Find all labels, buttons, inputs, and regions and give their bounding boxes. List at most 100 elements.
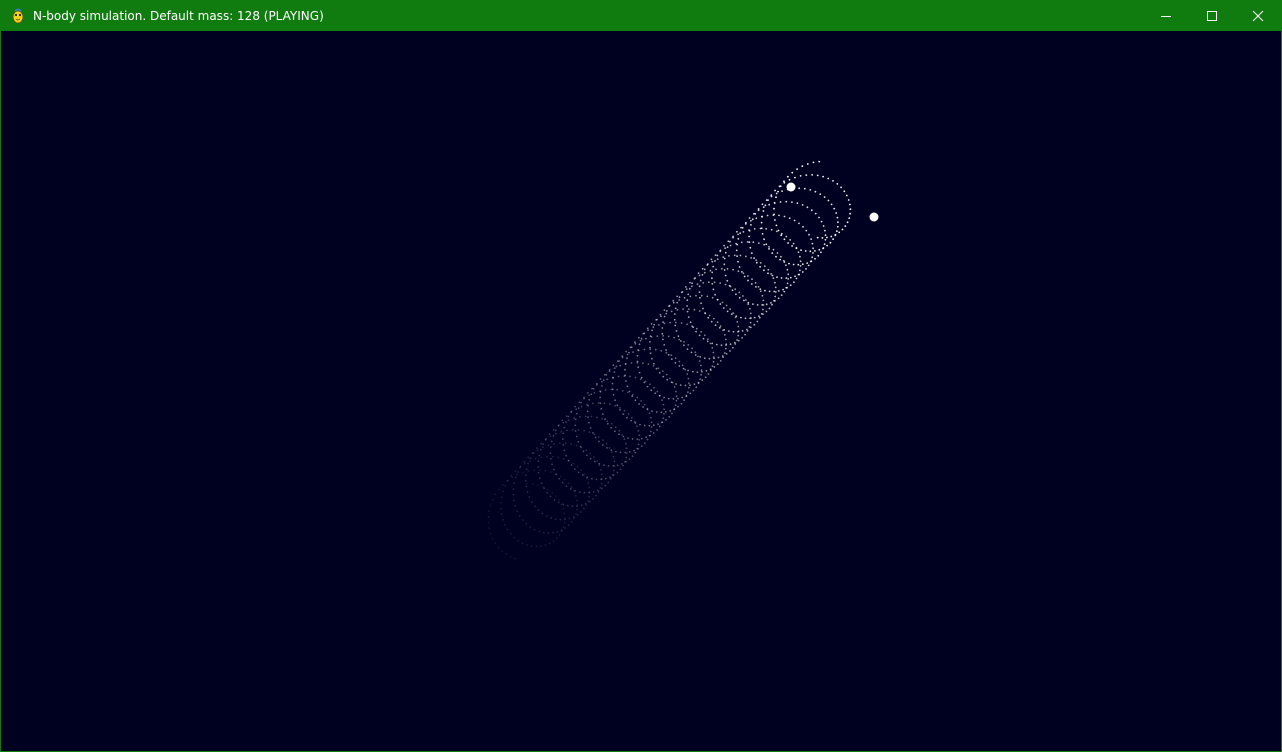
trail-dot: [562, 438, 564, 441]
trail-dot: [723, 257, 726, 260]
trail-dot: [818, 248, 821, 251]
trail-dot: [529, 526, 532, 528]
trail-dot: [774, 219, 776, 221]
trail-dot: [589, 457, 592, 460]
trail-dot: [709, 269, 712, 272]
trail-dot: [758, 316, 761, 319]
trail-dot: [654, 348, 657, 351]
trail-dot: [531, 483, 534, 485]
trail-dot: [734, 288, 737, 291]
trail-dot: [706, 340, 709, 343]
trail-dot: [719, 250, 722, 253]
trail-dot: [748, 235, 750, 238]
trail-dot: [729, 244, 732, 247]
trail-dot: [716, 363, 719, 366]
trail-dot: [722, 307, 725, 309]
trail-dot: [562, 421, 565, 424]
trail-dot: [714, 324, 717, 326]
trail-dot: [592, 491, 595, 493]
close-button[interactable]: [1235, 1, 1281, 31]
maximize-button[interactable]: [1189, 1, 1235, 31]
trail-dot: [600, 407, 603, 410]
trail-dot: [626, 353, 629, 356]
trail-dot: [598, 462, 601, 465]
trail-dot: [724, 347, 727, 350]
minimize-button[interactable]: [1143, 1, 1189, 31]
trail-dot: [796, 202, 799, 205]
trail-dot: [575, 408, 578, 410]
trail-dot: [683, 344, 685, 347]
trail-body-1: [487, 174, 852, 560]
simulation-canvas[interactable]: [1, 31, 1281, 751]
trail-dot: [598, 436, 600, 438]
trail-dot: [824, 234, 827, 237]
trail-dot: [668, 305, 670, 308]
trail-dot: [736, 230, 738, 233]
trail-dot: [640, 445, 643, 448]
trail-dot: [529, 457, 532, 459]
trail-dot: [776, 230, 778, 233]
trail-dot: [544, 544, 547, 547]
trail-dot: [497, 546, 500, 549]
trail-dot: [711, 260, 714, 263]
trail-dot: [725, 304, 728, 307]
trail-dot: [661, 327, 664, 329]
trail-dot: [601, 413, 604, 415]
trail-dot: [576, 513, 579, 516]
trail-dot: [637, 443, 640, 446]
trail-dot: [724, 251, 727, 254]
trail-dot: [749, 326, 752, 329]
trail-dot: [551, 491, 553, 494]
trail-dot: [824, 229, 826, 232]
trail-dot: [601, 385, 603, 387]
trail-dot: [720, 344, 723, 347]
trail-dot: [533, 469, 535, 471]
trail-dot: [573, 417, 576, 420]
trail-dot: [787, 175, 789, 178]
trail-dot: [612, 455, 615, 458]
trail-dot: [601, 380, 603, 383]
trail-dot: [586, 410, 589, 413]
trail-dot: [565, 415, 568, 417]
trail-dot: [695, 294, 697, 297]
trail-dot: [737, 270, 740, 273]
trail-dot: [725, 352, 728, 355]
trail-dot: [778, 214, 780, 217]
trail-dot: [715, 268, 717, 271]
trail-dot: [540, 442, 542, 445]
trail-dot: [509, 532, 512, 535]
trail-dot: [812, 161, 815, 164]
trail-dot: [680, 340, 682, 342]
trail-dot: [830, 203, 833, 206]
trail-dot: [698, 291, 701, 293]
trail-dot: [570, 486, 573, 489]
trail-dot: [836, 183, 839, 185]
trail-dot: [610, 426, 612, 429]
trail-dot: [805, 174, 808, 177]
trail-dot: [574, 424, 577, 427]
trail-dot: [844, 225, 847, 228]
trail-dot: [723, 334, 726, 336]
trail-dot: [554, 495, 557, 498]
trail-dot: [763, 243, 765, 246]
trail-dot: [812, 252, 814, 254]
trail-dot: [525, 485, 528, 488]
trail-dot: [729, 308, 732, 310]
trail-dot: [610, 423, 613, 425]
trail-dot: [578, 401, 581, 404]
trail-dot: [662, 321, 664, 324]
trail-dot: [675, 321, 677, 324]
trail-dot: [555, 537, 558, 540]
trail-dot: [759, 265, 761, 268]
trail-dot: [600, 478, 603, 481]
trail-dot: [741, 330, 744, 332]
trail-dot: [579, 445, 582, 448]
trail-dot: [557, 456, 560, 459]
trail-dot: [692, 389, 695, 392]
trail-dot: [712, 288, 715, 291]
title-bar[interactable]: N-body simulation. Default mass: 128 (PL…: [1, 1, 1281, 31]
trail-dot: [691, 285, 693, 288]
trail-dot: [678, 296, 681, 298]
trail-dot: [772, 277, 775, 280]
trail-dot: [716, 321, 719, 324]
